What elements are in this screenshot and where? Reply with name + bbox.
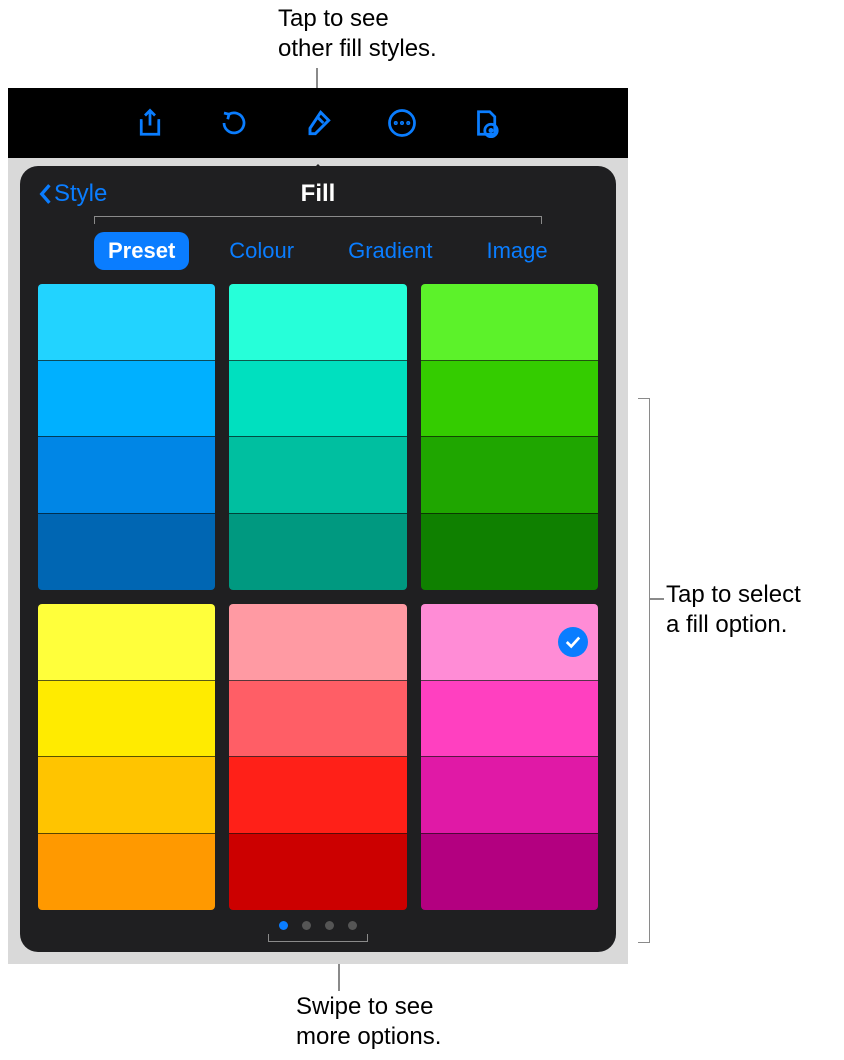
back-label: Style xyxy=(54,180,107,208)
swatch-red-3[interactable] xyxy=(229,834,406,911)
undo-icon[interactable] xyxy=(217,106,251,140)
fill-style-tabs: Preset Colour Gradient Image xyxy=(38,222,598,280)
swatch-block-red xyxy=(229,604,406,910)
share-icon[interactable] xyxy=(133,106,167,140)
grid-bracket xyxy=(638,398,650,943)
page-dot-2[interactable] xyxy=(325,921,334,930)
swatch-magenta-2[interactable] xyxy=(421,757,598,834)
callout-top: Tap to see other fill styles. xyxy=(278,4,437,64)
swatch-red-1[interactable] xyxy=(229,681,406,758)
app-toolbar xyxy=(8,88,628,158)
swatch-green-0[interactable] xyxy=(421,284,598,361)
swatch-block-magenta xyxy=(421,604,598,910)
leader-right xyxy=(650,598,664,600)
swatch-red-0[interactable] xyxy=(229,604,406,681)
tabs-bracket xyxy=(94,216,542,224)
swatch-red-2[interactable] xyxy=(229,757,406,834)
swatch-teal-2[interactable] xyxy=(229,437,406,514)
swatch-block-green xyxy=(421,284,598,590)
swatch-green-3[interactable] xyxy=(421,514,598,591)
fill-popover: Style Fill Preset Colour Gradient Image xyxy=(20,166,616,952)
swatch-blue-1[interactable] xyxy=(38,361,215,438)
page-dot-1[interactable] xyxy=(302,921,311,930)
popover-header: Style Fill xyxy=(38,166,598,222)
paintbrush-icon[interactable] xyxy=(301,106,335,140)
callout-bottom: Swipe to see more options. xyxy=(296,992,441,1052)
swatch-teal-0[interactable] xyxy=(229,284,406,361)
swatch-yellow-1[interactable] xyxy=(38,681,215,758)
callout-right: Tap to select a fill option. xyxy=(666,580,801,640)
popover-title: Fill xyxy=(301,180,336,208)
dots-bracket xyxy=(268,934,368,942)
document-icon[interactable] xyxy=(469,106,503,140)
page-dot-3[interactable] xyxy=(348,921,357,930)
tab-image[interactable]: Image xyxy=(472,232,561,270)
swatch-block-yellow xyxy=(38,604,215,910)
swatch-grid xyxy=(38,284,598,910)
swatch-magenta-1[interactable] xyxy=(421,681,598,758)
swatch-blue-0[interactable] xyxy=(38,284,215,361)
swatch-green-2[interactable] xyxy=(421,437,598,514)
tab-gradient[interactable]: Gradient xyxy=(334,232,446,270)
tab-colour[interactable]: Colour xyxy=(215,232,308,270)
tab-preset[interactable]: Preset xyxy=(94,232,189,270)
page-dot-0[interactable] xyxy=(279,921,288,930)
swatch-blue-3[interactable] xyxy=(38,514,215,591)
swatch-teal-1[interactable] xyxy=(229,361,406,438)
check-icon xyxy=(558,627,588,657)
swatch-green-1[interactable] xyxy=(421,361,598,438)
swatch-block-blue xyxy=(38,284,215,590)
page-indicator[interactable] xyxy=(38,910,598,940)
swatch-magenta-3[interactable] xyxy=(421,834,598,911)
more-icon[interactable] xyxy=(385,106,419,140)
swatch-block-teal xyxy=(229,284,406,590)
swatch-teal-3[interactable] xyxy=(229,514,406,591)
back-button[interactable]: Style xyxy=(38,180,107,208)
swatch-blue-2[interactable] xyxy=(38,437,215,514)
swatch-yellow-0[interactable] xyxy=(38,604,215,681)
swatch-yellow-2[interactable] xyxy=(38,757,215,834)
app-window: Style Fill Preset Colour Gradient Image xyxy=(8,88,628,964)
swatch-yellow-3[interactable] xyxy=(38,834,215,911)
swatch-magenta-0[interactable] xyxy=(421,604,598,681)
